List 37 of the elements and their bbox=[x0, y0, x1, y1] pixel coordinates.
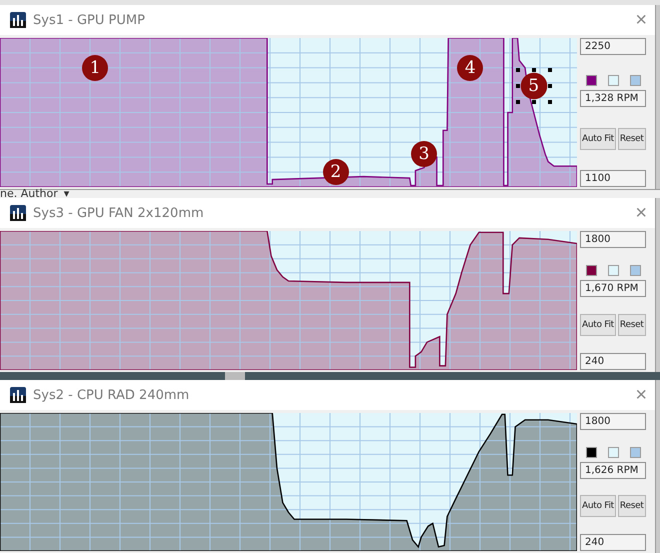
reading-field[interactable]: 1,328 RPM bbox=[580, 90, 646, 108]
min-field[interactable]: 1100 bbox=[580, 170, 646, 187]
caret-icon[interactable]: ▾ bbox=[64, 190, 70, 198]
reset-button[interactable]: Reset bbox=[618, 495, 646, 518]
bar-chart-icon bbox=[10, 387, 26, 403]
reading-field[interactable]: 1,626 RPM bbox=[580, 462, 646, 479]
max-field[interactable]: 1800 bbox=[580, 231, 646, 248]
color-swatch[interactable] bbox=[586, 265, 597, 276]
window-title: Sys1 - GPU PUMP bbox=[33, 12, 146, 28]
reset-button[interactable]: Reset bbox=[618, 314, 646, 336]
color-swatch[interactable] bbox=[630, 75, 641, 86]
reading-field[interactable]: 1,670 RPM bbox=[580, 280, 646, 297]
close-button[interactable]: × bbox=[635, 203, 647, 223]
author-label: ne. Author bbox=[0, 190, 58, 198]
color-swatch[interactable] bbox=[586, 75, 597, 86]
max-field[interactable]: 1800 bbox=[580, 413, 646, 430]
bar-chart-icon bbox=[10, 12, 26, 28]
bar-chart-icon bbox=[10, 205, 26, 221]
auto-fit-button[interactable]: Auto Fit bbox=[580, 495, 616, 518]
color-swatch[interactable] bbox=[586, 446, 597, 458]
max-field[interactable]: 2250 bbox=[580, 38, 646, 55]
close-button[interactable]: × bbox=[635, 385, 647, 405]
marker-badge[interactable]: 5 bbox=[516, 68, 552, 104]
color-swatch[interactable] bbox=[630, 446, 641, 458]
window-title: Sys3 - GPU FAN 2x120mm bbox=[33, 206, 205, 220]
window-title: Sys2 - CPU RAD 240mm bbox=[33, 388, 190, 402]
min-field[interactable]: 240 bbox=[580, 534, 646, 551]
color-swatch[interactable] bbox=[608, 446, 619, 458]
reset-button[interactable]: Reset bbox=[618, 128, 646, 150]
close-button[interactable]: × bbox=[635, 10, 647, 30]
scrollbar-thumb[interactable] bbox=[225, 372, 245, 380]
color-swatch[interactable] bbox=[608, 75, 619, 86]
min-field[interactable]: 240 bbox=[580, 353, 646, 370]
auto-fit-button[interactable]: Auto Fit bbox=[580, 128, 616, 150]
color-swatch[interactable] bbox=[630, 265, 641, 276]
color-swatch[interactable] bbox=[608, 265, 619, 276]
auto-fit-button[interactable]: Auto Fit bbox=[580, 314, 616, 336]
